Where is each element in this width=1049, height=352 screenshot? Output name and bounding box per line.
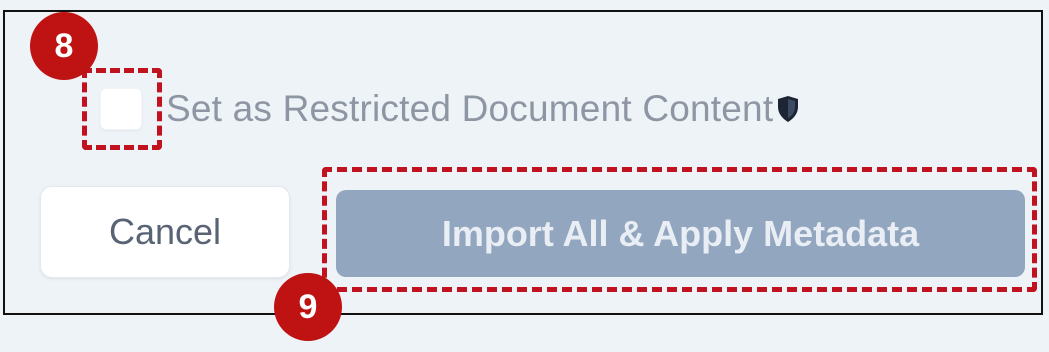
step-badge-9: 9 (274, 273, 342, 341)
highlight-import-button-annotation (322, 167, 1037, 292)
highlight-checkbox-annotation (82, 68, 162, 150)
restricted-content-label[interactable]: Set as Restricted Document Content (166, 88, 773, 130)
restricted-content-row: Set as Restricted Document Content (100, 84, 799, 134)
shield-icon (777, 95, 799, 123)
cancel-button[interactable]: Cancel (40, 186, 290, 278)
step-badge-8: 8 (30, 12, 98, 80)
